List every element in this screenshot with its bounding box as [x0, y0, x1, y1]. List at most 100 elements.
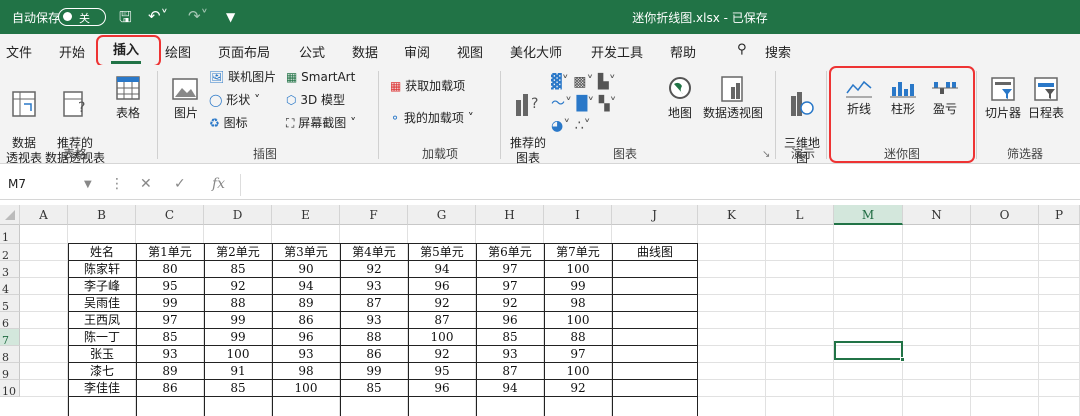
table-cell[interactable]: 吴雨佳 [68, 295, 136, 312]
tab-formulas[interactable]: 公式 [299, 42, 325, 61]
table-cell[interactable]: 86 [340, 346, 408, 363]
table-cell[interactable]: 85 [476, 329, 544, 346]
table-cell[interactable]: 93 [476, 346, 544, 363]
tab-data[interactable]: 数据 [352, 42, 378, 61]
row-header[interactable]: 3 [0, 261, 20, 279]
table-cell[interactable]: 95 [408, 363, 476, 380]
autosave-toggle[interactable]: 关 [58, 8, 106, 26]
save-icon[interactable]: 🖫 [119, 7, 132, 32]
table-cell[interactable]: 李佳佳 [68, 380, 136, 397]
table-cell[interactable]: 100 [408, 329, 476, 346]
table-cell[interactable]: 98 [272, 363, 340, 380]
table-cell[interactable]: 99 [136, 295, 204, 312]
cancel-icon[interactable]: ✕ [140, 176, 152, 192]
pictures-button[interactable]: 图片 [166, 75, 206, 121]
table-cell[interactable]: 95 [136, 278, 204, 295]
table-cell[interactable]: 93 [272, 346, 340, 363]
table-cell[interactable]: 99 [204, 329, 272, 346]
table-header-cell[interactable]: 第2单元 [204, 244, 272, 261]
table-cell[interactable]: 100 [204, 346, 272, 363]
tab-view[interactable]: 视图 [457, 42, 483, 61]
table-cell[interactable]: 王西凤 [68, 312, 136, 329]
column-header[interactable]: L [766, 205, 834, 225]
table-cell[interactable]: 88 [544, 329, 612, 346]
column-header[interactable]: M [834, 205, 903, 225]
table-cell[interactable]: 99 [340, 363, 408, 380]
column-header[interactable]: J [612, 205, 698, 225]
table-header-cell[interactable]: 曲线图 [612, 244, 698, 261]
table-cell[interactable]: 97 [476, 261, 544, 278]
table-button[interactable]: 表格 [110, 75, 146, 121]
table-cell[interactable]: 97 [136, 312, 204, 329]
row-header[interactable]: 6 [0, 312, 20, 330]
table-cell[interactable]: 100 [544, 363, 612, 380]
row-header[interactable]: 10 [0, 380, 20, 398]
tab-page-layout[interactable]: 页面布局 [218, 42, 270, 61]
row-header[interactable]: 4 [0, 278, 20, 296]
table-cell[interactable]: 张玉 [68, 346, 136, 363]
table-cell[interactable]: 96 [408, 278, 476, 295]
column-header[interactable]: O [971, 205, 1039, 225]
table-cell[interactable]: 85 [204, 380, 272, 397]
table-cell[interactable]: 100 [544, 261, 612, 278]
slicer-button[interactable]: 切片器 [982, 75, 1024, 121]
pivot-chart-button[interactable]: 数据透视图 [702, 75, 764, 121]
table-cell[interactable]: 89 [272, 295, 340, 312]
select-all-corner[interactable] [0, 205, 20, 225]
table-cell[interactable]: 陈家轩 [68, 261, 136, 278]
table-cell[interactable]: 87 [476, 363, 544, 380]
row-header[interactable]: 7 [0, 329, 20, 347]
table-cell[interactable]: 92 [544, 380, 612, 397]
3d-model-button[interactable]: ⬡ 3D 模型 [286, 93, 376, 108]
column-header[interactable]: E [272, 205, 340, 225]
maps-button[interactable]: 地图 [664, 75, 696, 121]
tab-file[interactable]: 文件 [6, 42, 32, 61]
column-header[interactable]: P [1039, 205, 1080, 225]
table-cell[interactable]: 80 [136, 261, 204, 278]
table-header-cell[interactable]: 第6单元 [476, 244, 544, 261]
table-cell[interactable]: 93 [136, 346, 204, 363]
table-cell[interactable]: 87 [340, 295, 408, 312]
tab-review[interactable]: 审阅 [404, 42, 430, 61]
tab-home[interactable]: 开始 [59, 42, 85, 61]
row-header[interactable]: 9 [0, 363, 20, 381]
table-cell[interactable]: 94 [408, 261, 476, 278]
table-cell[interactable]: 92 [476, 295, 544, 312]
table-cell[interactable]: 88 [340, 329, 408, 346]
table-cell[interactable]: 94 [476, 380, 544, 397]
column-header[interactable]: I [544, 205, 612, 225]
table-header-cell[interactable]: 第5单元 [408, 244, 476, 261]
table-cell[interactable]: 陈一丁 [68, 329, 136, 346]
table-cell[interactable]: 87 [408, 312, 476, 329]
table-cell[interactable]: 93 [340, 312, 408, 329]
online-pictures-button[interactable]: 🖼 联机图片 [209, 70, 289, 85]
search-box[interactable]: 搜索 [765, 42, 791, 61]
insert-function-icon[interactable]: fx [212, 176, 225, 192]
table-cell[interactable]: 92 [204, 278, 272, 295]
table-cell[interactable]: 91 [204, 363, 272, 380]
column-header[interactable]: A [20, 205, 68, 225]
row-header[interactable]: 5 [0, 295, 20, 313]
my-addins-button[interactable]: ⚬ 我的加载项 ˅ [390, 111, 490, 126]
column-header[interactable]: B [68, 205, 136, 225]
table-cell[interactable]: 90 [272, 261, 340, 278]
table-cell[interactable]: 李子峰 [68, 278, 136, 295]
column-header[interactable]: C [136, 205, 204, 225]
table-cell[interactable]: 92 [408, 346, 476, 363]
column-header[interactable]: D [204, 205, 272, 225]
column-header[interactable]: F [340, 205, 408, 225]
table-header-cell[interactable]: 第3单元 [272, 244, 340, 261]
table-cell[interactable]: 97 [544, 346, 612, 363]
tab-help[interactable]: 帮助 [670, 42, 696, 61]
enter-icon[interactable]: ✓ [174, 176, 186, 192]
table-cell[interactable]: 89 [136, 363, 204, 380]
column-header[interactable]: H [476, 205, 544, 225]
redo-icon[interactable]: ↷˅ [188, 7, 208, 25]
smartart-button[interactable]: ▦ SmartArt [286, 70, 376, 85]
customize-qat-icon[interactable]: ▼ [226, 10, 235, 24]
fill-handle[interactable] [900, 357, 905, 362]
table-cell[interactable]: 92 [408, 295, 476, 312]
column-header[interactable]: K [698, 205, 766, 225]
table-cell[interactable]: 99 [204, 312, 272, 329]
chart-type-gallery[interactable]: ▓˅ ▩˅ ▙˅ 〜˅ █˅ ▚˅ ◕˅ ∴˅ [551, 71, 651, 137]
